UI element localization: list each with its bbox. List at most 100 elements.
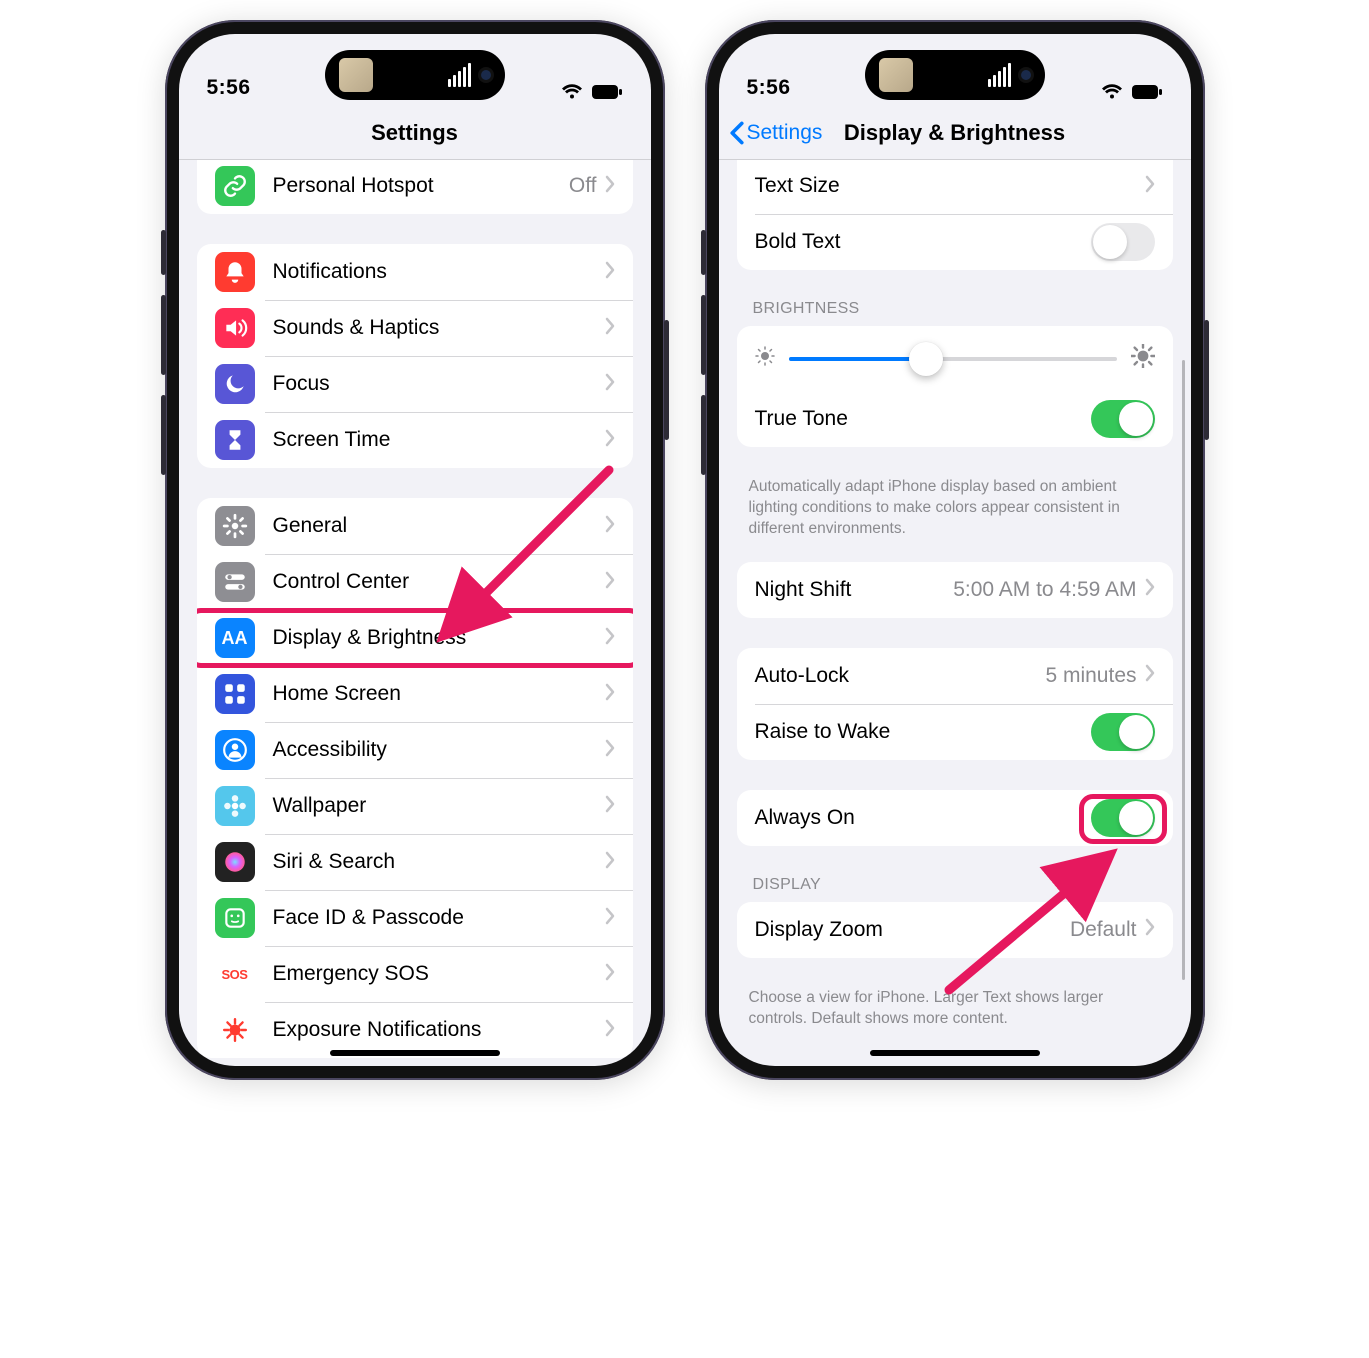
true-tone-toggle[interactable] (1091, 400, 1155, 438)
chevron-right-icon (605, 683, 615, 706)
row-label: Personal Hotspot (273, 174, 569, 198)
row-auto-lock[interactable]: Auto-Lock 5 minutes (737, 648, 1173, 704)
row-label: Text Size (755, 174, 1145, 198)
display-icon: AA (215, 618, 255, 658)
settings-group-network: Personal HotspotOff (197, 160, 633, 214)
side-button (701, 295, 706, 375)
slider-thumb[interactable] (909, 342, 943, 376)
settings-group-notifications: Notifications Sounds & Haptics Focus Screen… (197, 244, 633, 468)
row-controlcenter[interactable]: Control Center (197, 554, 633, 610)
row-night-shift[interactable]: Night Shift 5:00 AM to 4:59 AM (737, 562, 1173, 618)
row-always-on[interactable]: Always On (737, 790, 1173, 846)
chevron-right-icon (605, 795, 615, 818)
row-label: Bold Text (755, 230, 1091, 254)
nav-bar: Settings Display & Brightness (719, 106, 1191, 160)
row-screentime[interactable]: Screen Time (197, 412, 633, 468)
row-general[interactable]: General (197, 498, 633, 554)
row-notifications[interactable]: Notifications (197, 244, 633, 300)
battery-icon (591, 84, 623, 100)
row-detail: Default (1070, 918, 1137, 942)
row-text-size[interactable]: Text Size (737, 160, 1173, 214)
row-focus[interactable]: Focus (197, 356, 633, 412)
row-label: Focus (273, 372, 605, 396)
row-label: Siri & Search (273, 850, 605, 874)
side-button (664, 320, 669, 440)
row-sounds[interactable]: Sounds & Haptics (197, 300, 633, 356)
row-label: Control Center (273, 570, 605, 594)
row-label: Display & Brightness (273, 626, 605, 650)
row-label: True Tone (755, 407, 1091, 431)
row-bold-text[interactable]: Bold Text (737, 214, 1173, 270)
row-detail: Off (569, 174, 597, 198)
raise-to-wake-toggle[interactable] (1091, 713, 1155, 751)
row-brightness-slider[interactable] (737, 326, 1173, 391)
settings-group-general: General Control Center AA Display & Brightn… (197, 498, 633, 1058)
row-label: Sounds & Haptics (273, 316, 605, 340)
always-on-toggle[interactable] (1091, 799, 1155, 837)
chevron-right-icon (1145, 175, 1155, 198)
row-display-zoom[interactable]: Display Zoom Default (737, 902, 1173, 958)
row-display[interactable]: AA Display & Brightness (197, 610, 633, 666)
row-homescreen[interactable]: Home Screen (197, 666, 633, 722)
nav-bar: Settings (179, 106, 651, 160)
chevron-right-icon (1145, 578, 1155, 601)
faceid-icon (215, 898, 255, 938)
chevron-right-icon (1145, 918, 1155, 941)
home-indicator[interactable] (870, 1050, 1040, 1056)
chevron-right-icon (605, 627, 615, 650)
row-detail: 5:00 AM to 4:59 AM (953, 578, 1136, 602)
dynamic-island (325, 50, 505, 100)
row-label: Emergency SOS (273, 962, 605, 986)
section-header-brightness: BRIGHTNESS (753, 300, 1157, 318)
island-album-art (879, 58, 913, 92)
row-label: Home Screen (273, 682, 605, 706)
section-lock: Auto-Lock 5 minutes Raise to Wake (737, 648, 1173, 760)
island-audio-bars-icon (988, 63, 1011, 87)
row-raise-to-wake[interactable]: Raise to Wake (737, 704, 1173, 760)
home-indicator[interactable] (330, 1050, 500, 1056)
section-text: Text Size Bold Text (737, 160, 1173, 270)
side-button (701, 230, 706, 275)
brightness-slider-track[interactable] (789, 357, 1117, 361)
wifi-icon (561, 84, 583, 100)
section-always-on: Always On (737, 790, 1173, 846)
island-camera-icon (1021, 70, 1031, 80)
back-button[interactable]: Settings (729, 121, 823, 145)
row-label: Exposure Notifications (273, 1018, 605, 1042)
scroll-indicator (1182, 360, 1185, 980)
page-title: Settings (371, 120, 458, 146)
accessibility-icon (215, 730, 255, 770)
row-detail: 5 minutes (1045, 664, 1136, 688)
section-brightness: True Tone (737, 326, 1173, 447)
back-label: Settings (747, 121, 823, 145)
section-night-shift: Night Shift 5:00 AM to 4:59 AM (737, 562, 1173, 618)
row-accessibility[interactable]: Accessibility (197, 722, 633, 778)
row-wallpaper[interactable]: Wallpaper (197, 778, 633, 834)
side-button (161, 295, 166, 375)
row-siri[interactable]: Siri & Search (197, 834, 633, 890)
side-button (161, 230, 166, 275)
general-icon (215, 506, 255, 546)
row-faceid[interactable]: Face ID & Passcode (197, 890, 633, 946)
chevron-right-icon (605, 1019, 615, 1042)
phone-right: 5:56 Settings Display & Brightness T (705, 20, 1205, 1080)
row-hotspot[interactable]: Personal HotspotOff (197, 160, 633, 214)
section-footer-truetone: Automatically adapt iPhone display based… (749, 477, 1161, 540)
section-footer-display: Choose a view for iPhone. Larger Text sh… (749, 988, 1161, 1030)
siri-icon (215, 842, 255, 882)
chevron-right-icon (1145, 664, 1155, 687)
row-true-tone[interactable]: True Tone (737, 391, 1173, 447)
chevron-right-icon (605, 175, 615, 198)
sun-dim-icon (755, 346, 775, 371)
sounds-icon (215, 308, 255, 348)
chevron-right-icon (605, 851, 615, 874)
page-title: Display & Brightness (844, 120, 1065, 146)
row-label: Screen Time (273, 428, 605, 452)
bold-text-toggle[interactable] (1091, 223, 1155, 261)
row-label: Notifications (273, 260, 605, 284)
chevron-right-icon (605, 373, 615, 396)
row-sos[interactable]: SOSEmergency SOS (197, 946, 633, 1002)
chevron-right-icon (605, 317, 615, 340)
row-label: General (273, 514, 605, 538)
chevron-right-icon (605, 515, 615, 538)
